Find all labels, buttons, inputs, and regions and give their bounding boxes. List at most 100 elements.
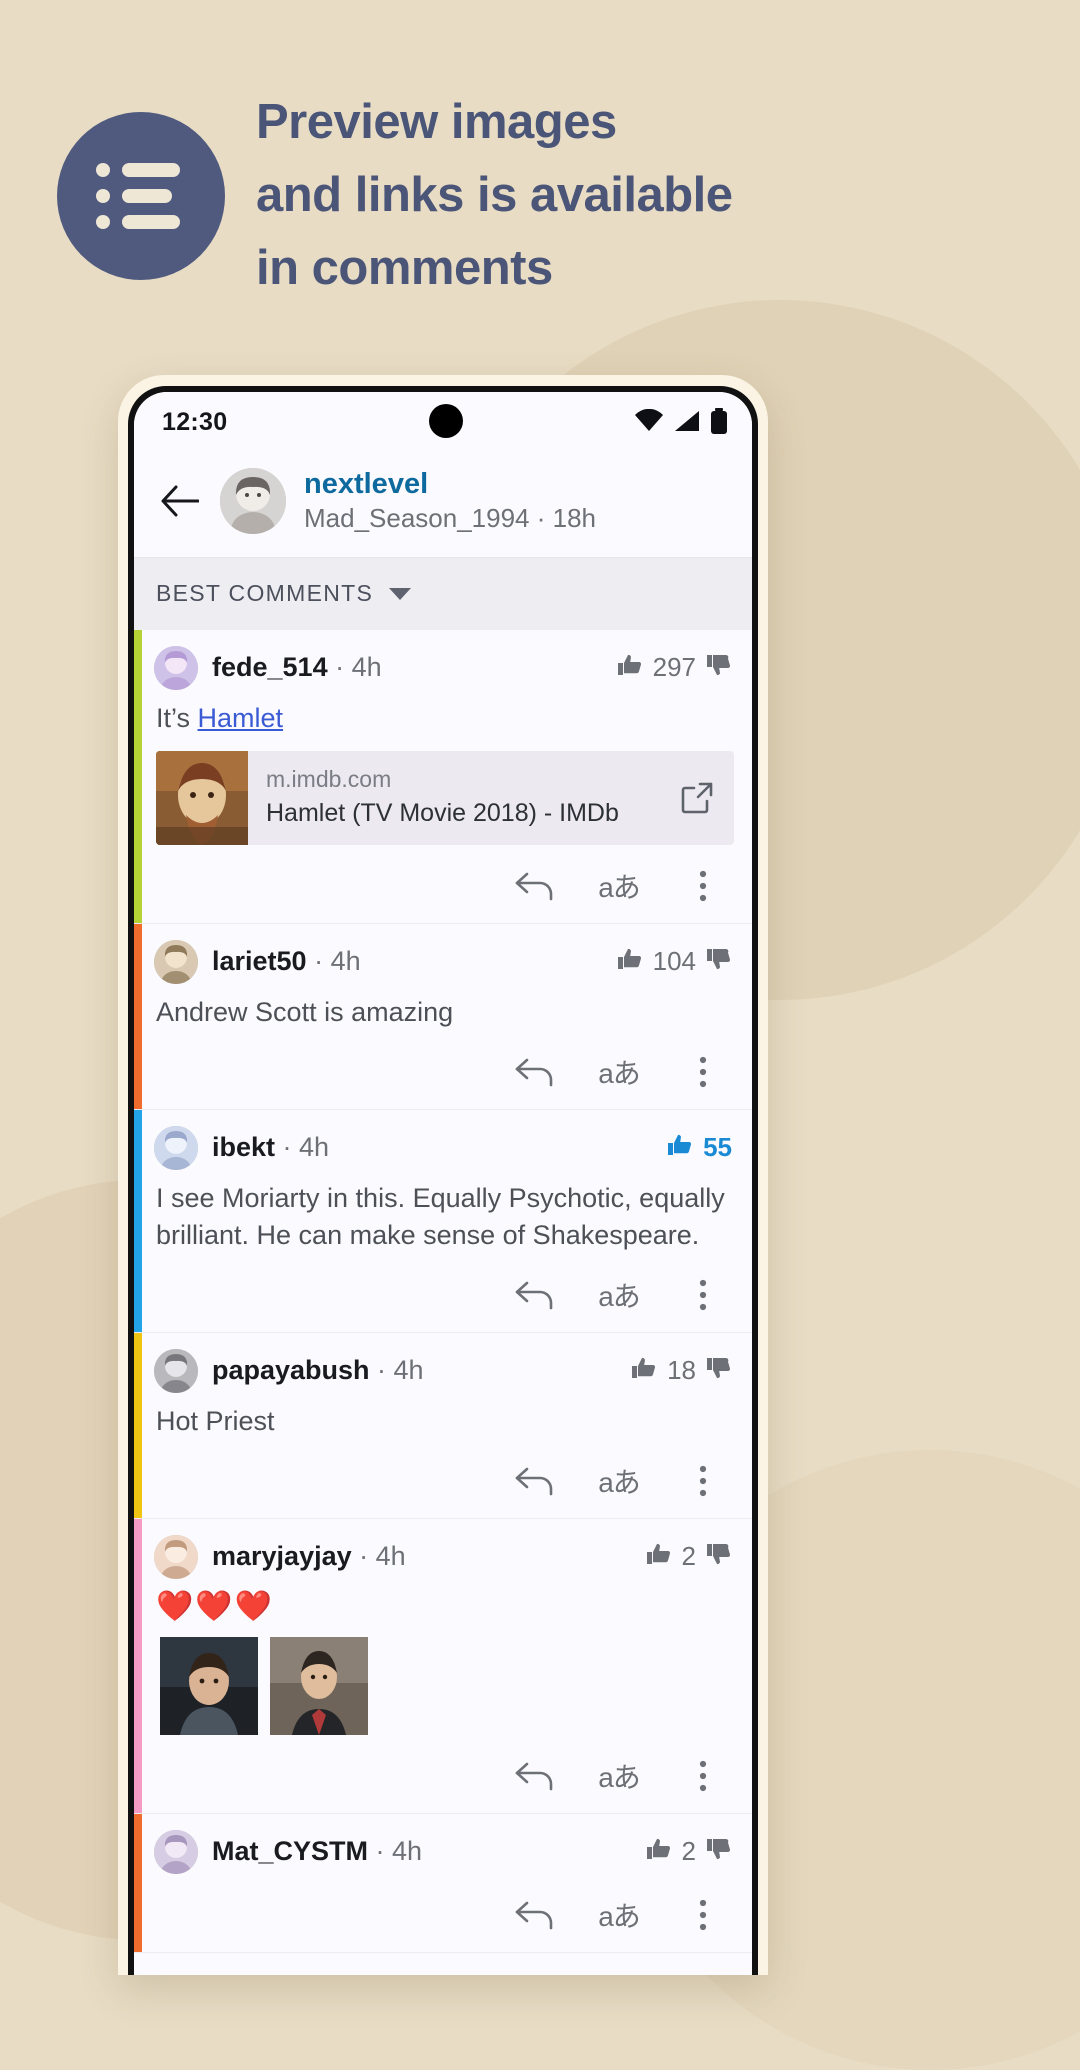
comment-author-username[interactable]: ibekt · 4h [212, 1132, 329, 1163]
comment-item: lariet50 · 4h 104 Andrew Scott is amazing a… [134, 923, 752, 1110]
reply-arrow-icon[interactable] [512, 1753, 558, 1799]
post-author-avatar[interactable] [220, 468, 286, 535]
reply-arrow-icon[interactable] [512, 1458, 558, 1504]
comment-header: lariet50 · 4h 104 [154, 939, 736, 984]
more-vertical-icon[interactable] [680, 1892, 726, 1938]
comment-author-avatar[interactable] [154, 1348, 198, 1393]
comment-vote-group: 104 [617, 946, 736, 977]
promo-headline-line-3: in comments [256, 241, 553, 295]
thumbs-up-icon[interactable] [631, 1355, 657, 1386]
comment-author-avatar[interactable] [154, 645, 198, 690]
translate-button[interactable]: aあ [596, 1892, 642, 1938]
comment-image-thumbnail[interactable] [160, 1636, 258, 1735]
comment-vote-group: 2 [646, 1541, 736, 1572]
comment-author-avatar[interactable] [154, 1125, 198, 1170]
status-bar-clock: 12:30 [162, 408, 228, 436]
thumbs-down-icon[interactable] [706, 652, 732, 683]
comment-body-link[interactable]: Hamlet [198, 703, 284, 733]
reply-arrow-icon[interactable] [512, 1049, 558, 1095]
comment-item: ibekt · 4h 55 I see Moriarty in this. Equa… [134, 1109, 752, 1333]
comment-username-text: Mat_CYSTM [212, 1836, 369, 1867]
link-preview-card[interactable]: m.imdb.com Hamlet (TV Movie 2018) - IMDb [156, 750, 734, 845]
more-vertical-icon[interactable] [680, 1753, 726, 1799]
translate-button[interactable]: aあ [596, 1272, 642, 1318]
comment-inner: ibekt · 4h 55 I see Moriarty in this. Equa… [134, 1110, 752, 1332]
more-vertical-icon[interactable] [680, 1458, 726, 1504]
comment-thread-rail [134, 1332, 142, 1518]
comment-age: · 4h [327, 652, 382, 683]
comment-author-avatar[interactable] [154, 1829, 198, 1874]
comment-header: fede_514 · 4h 297 [154, 645, 736, 690]
thumbs-down-icon[interactable] [706, 1541, 732, 1572]
comment-age: · 4h [369, 1355, 424, 1386]
comment-action-bar: aあ [154, 1031, 736, 1109]
promo-header: Preview images and links is available in… [0, 0, 1080, 340]
comment-inner: lariet50 · 4h 104 Andrew Scott is amazing a… [134, 924, 752, 1109]
thumbs-up-icon[interactable] [646, 1541, 672, 1572]
thumbs-up-icon[interactable] [617, 652, 643, 683]
comment-emoji: ❤️❤️❤️ [156, 1589, 275, 1623]
comment-action-bar: aあ [154, 845, 736, 923]
more-vertical-icon[interactable] [680, 1272, 726, 1318]
comment-username-text: maryjayjay [212, 1541, 352, 1572]
comment-vote-count: 18 [667, 1355, 696, 1386]
comment-author-username[interactable]: Mat_CYSTM · 4h [212, 1836, 422, 1867]
comment-identity: Mat_CYSTM · 4h [154, 1829, 646, 1874]
comment-body: Hot Priest [156, 1405, 275, 1436]
comment-inner: fede_514 · 4h 297 It’s Hamlet m.imdb.com Ham… [134, 630, 752, 923]
list-bullet-icon [57, 112, 225, 280]
chevron-down-icon[interactable] [389, 587, 412, 600]
thumbs-down-icon[interactable] [706, 946, 732, 977]
thumbs-down-icon[interactable] [706, 1355, 732, 1386]
phone-mockup: 12:30 nextlevel Mad_Season_1994 · 18h BE… [118, 375, 768, 1975]
translate-button[interactable]: aあ [596, 1458, 642, 1504]
thumbs-up-icon[interactable] [667, 1132, 693, 1163]
post-author-username[interactable]: nextlevel [304, 468, 596, 501]
comment-vote-count: 297 [652, 652, 696, 683]
comment-inner: Mat_CYSTM · 4h 2 aあ [134, 1814, 752, 1952]
comment-age: · 4h [368, 1836, 423, 1867]
comment-header: papayabush · 4h 18 [154, 1348, 736, 1393]
sort-bar[interactable]: BEST COMMENTS [134, 556, 752, 630]
comment-item: fede_514 · 4h 297 It’s Hamlet m.imdb.com Ham… [134, 629, 752, 924]
comment-image-thumbnail[interactable] [270, 1636, 368, 1735]
reply-arrow-icon[interactable] [512, 1892, 558, 1938]
comment-body: Andrew Scott is amazing [156, 996, 454, 1027]
open-external-icon[interactable] [660, 751, 734, 845]
comment-thread-rail [134, 1518, 142, 1813]
phone-screen: 12:30 nextlevel Mad_Season_1994 · 18h BE… [134, 392, 752, 1975]
translate-button[interactable]: aあ [596, 1753, 642, 1799]
more-vertical-icon[interactable] [680, 1049, 726, 1095]
comment-author-username[interactable]: papayabush · 4h [212, 1355, 424, 1386]
comment-author-username[interactable]: maryjayjay · 4h [212, 1541, 406, 1572]
comment-username-text: papayabush [212, 1355, 370, 1386]
comment-author-username[interactable]: fede_514 · 4h [212, 652, 382, 683]
comment-identity: fede_514 · 4h [154, 645, 617, 690]
comment-thread-rail [134, 1109, 142, 1332]
more-vertical-icon[interactable] [680, 863, 726, 909]
signal-icon [673, 409, 701, 433]
comment-body: I see Moriarty in this. Equally Psychoti… [156, 1182, 725, 1250]
sort-bar-label: BEST COMMENTS [156, 580, 374, 607]
comment-author-avatar[interactable] [154, 1534, 198, 1579]
thumbs-up-icon[interactable] [646, 1836, 672, 1867]
comment-vote-group: 18 [631, 1355, 736, 1386]
back-arrow-icon[interactable] [156, 478, 202, 524]
translate-button[interactable]: aあ [596, 1049, 642, 1095]
status-bar: 12:30 [134, 392, 752, 454]
wifi-icon [634, 409, 664, 433]
comment-identity: maryjayjay · 4h [154, 1534, 646, 1579]
comment-vote-count: 2 [681, 1836, 696, 1867]
reply-arrow-icon[interactable] [512, 1272, 558, 1318]
comment-author-username[interactable]: lariet50 · 4h [212, 946, 361, 977]
thumbs-up-icon[interactable] [617, 946, 643, 977]
thumbs-down-icon[interactable] [706, 1836, 732, 1867]
translate-button[interactable]: aあ [596, 863, 642, 909]
reply-arrow-icon[interactable] [512, 863, 558, 909]
comment-age: · 4h [351, 1541, 406, 1572]
comment-image-row [160, 1636, 734, 1735]
phone-bezel: 12:30 nextlevel Mad_Season_1994 · 18h BE… [128, 386, 758, 1975]
post-meta: nextlevel Mad_Season_1994 · 18h [304, 468, 596, 535]
comment-author-avatar[interactable] [154, 939, 198, 984]
link-preview-domain: m.imdb.com [266, 765, 392, 792]
